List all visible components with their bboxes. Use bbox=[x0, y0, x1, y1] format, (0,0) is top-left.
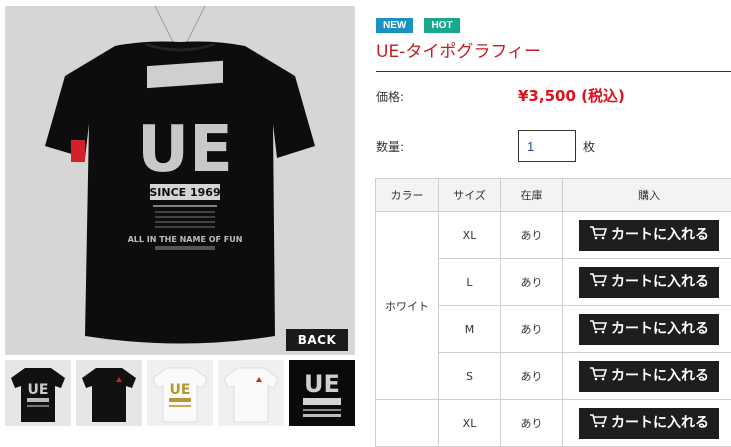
svg-text:UE: UE bbox=[28, 382, 49, 398]
product-title: UE-タイポグラフィー bbox=[376, 37, 541, 62]
color-cell: ホワイト bbox=[376, 212, 439, 400]
color-cell bbox=[376, 400, 439, 447]
shirt-ue-text: UE bbox=[137, 113, 233, 187]
shirt-bottom-text: ALL IN THE NAME OF FUN bbox=[128, 235, 243, 244]
stock-cell: あり bbox=[501, 306, 563, 353]
cart-button-label: カートに入れる bbox=[611, 415, 709, 431]
thumbnail-image: UE bbox=[289, 360, 355, 426]
stock-cell: あり bbox=[501, 212, 563, 259]
stock-cell: あり bbox=[501, 400, 563, 447]
svg-text:UE: UE bbox=[304, 370, 340, 398]
cart-button-label: カートに入れる bbox=[611, 368, 709, 384]
size-cell: XL bbox=[439, 400, 501, 447]
table-row: XL あり カートに入れる bbox=[376, 400, 731, 447]
add-to-cart-button[interactable]: カートに入れる bbox=[579, 408, 719, 439]
header-stock: 在庫 bbox=[501, 179, 563, 212]
svg-text:UE: UE bbox=[170, 382, 191, 398]
cart-icon bbox=[589, 273, 607, 287]
header-size: サイズ bbox=[439, 179, 501, 212]
table-header-row: カラー サイズ 在庫 購入 bbox=[376, 179, 731, 212]
size-cell: XL bbox=[439, 212, 501, 259]
cart-icon bbox=[589, 367, 607, 381]
stock-cell: あり bbox=[501, 259, 563, 306]
thumbnail-white-gold-back[interactable]: UE bbox=[147, 360, 213, 426]
thumbnail-black-back[interactable]: UE bbox=[5, 360, 71, 426]
stock-cell: あり bbox=[501, 353, 563, 400]
purchase-cell: カートに入れる bbox=[563, 306, 731, 353]
purchase-cell: カートに入れる bbox=[563, 400, 731, 447]
title-divider bbox=[376, 71, 731, 72]
add-to-cart-button[interactable]: カートに入れる bbox=[579, 361, 719, 392]
thumbnail-black-front[interactable] bbox=[76, 360, 142, 426]
sku-table: カラー サイズ 在庫 購入 ホワイト XL あり カートに入れる L あり カー… bbox=[375, 178, 731, 447]
add-to-cart-button[interactable]: カートに入れる bbox=[579, 314, 719, 345]
shirt-since-text: SINCE 1969 bbox=[149, 186, 220, 199]
cart-icon bbox=[589, 414, 607, 428]
purchase-cell: カートに入れる bbox=[563, 353, 731, 400]
add-to-cart-button[interactable]: カートに入れる bbox=[579, 220, 719, 251]
thumbnail-white-front[interactable] bbox=[218, 360, 284, 426]
hot-badge: HOT bbox=[424, 18, 459, 33]
tshirt-back-image: UE SINCE 1969 ALL IN THE NAME OF FUN bbox=[5, 6, 355, 355]
back-view-button[interactable]: BACK bbox=[286, 329, 348, 351]
header-color: カラー bbox=[376, 179, 439, 212]
size-cell: S bbox=[439, 353, 501, 400]
thumbnail-image bbox=[76, 360, 142, 426]
new-badge: NEW bbox=[376, 18, 413, 33]
table-row: ホワイト XL あり カートに入れる bbox=[376, 212, 731, 259]
thumbnail-image bbox=[218, 360, 284, 426]
quantity-label: 数量: bbox=[376, 138, 404, 155]
thumbnail-image: UE bbox=[147, 360, 213, 426]
main-product-image: UE SINCE 1969 ALL IN THE NAME OF FUN BAC… bbox=[5, 6, 355, 355]
add-to-cart-button[interactable]: カートに入れる bbox=[579, 267, 719, 298]
purchase-cell: カートに入れる bbox=[563, 259, 731, 306]
thumbnail-print-closeup[interactable]: UE bbox=[289, 360, 355, 426]
quantity-unit: 枚 bbox=[583, 138, 595, 155]
cart-button-label: カートに入れる bbox=[611, 321, 709, 337]
price-value: ¥3,500 (税込) bbox=[518, 85, 625, 106]
thumbnail-strip: UE UE UE bbox=[5, 360, 355, 428]
cart-button-label: カートに入れる bbox=[611, 227, 709, 243]
cart-icon bbox=[589, 320, 607, 334]
cart-button-label: カートに入れる bbox=[611, 274, 709, 290]
badge-group: NEW HOT bbox=[376, 13, 466, 33]
size-cell: M bbox=[439, 306, 501, 353]
thumbnail-image: UE bbox=[5, 360, 71, 426]
purchase-cell: カートに入れる bbox=[563, 212, 731, 259]
size-cell: L bbox=[439, 259, 501, 306]
quantity-input[interactable] bbox=[518, 130, 576, 162]
cart-icon bbox=[589, 226, 607, 240]
price-label: 価格: bbox=[376, 88, 404, 105]
header-purchase: 購入 bbox=[563, 179, 731, 212]
